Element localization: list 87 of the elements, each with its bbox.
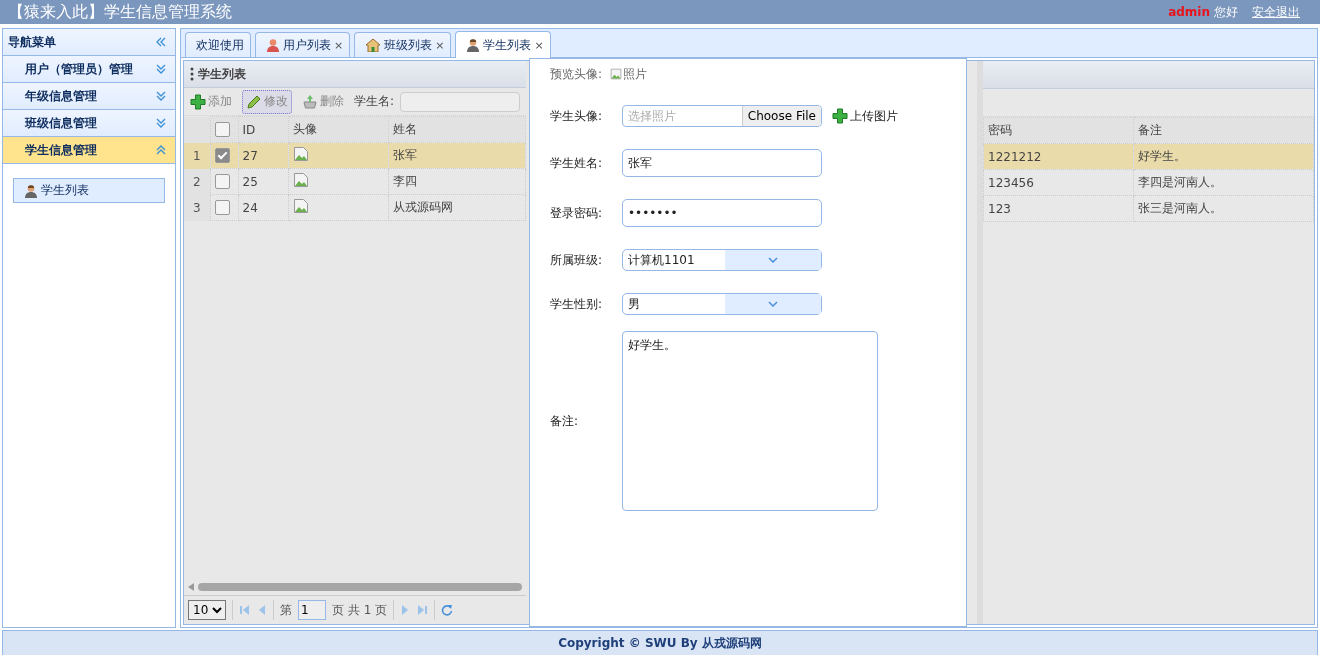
drag-handle-icon	[190, 67, 194, 81]
collapse-chevron-icon[interactable]	[155, 144, 167, 156]
student-icon	[24, 183, 38, 198]
tab[interactable]: 欢迎使用	[185, 32, 251, 57]
upload-button[interactable]: 上传图片	[832, 107, 898, 125]
checkbox[interactable]	[214, 122, 230, 137]
basket-icon	[302, 93, 318, 110]
table-cell: 1221212	[983, 143, 1134, 170]
last-page-icon[interactable]	[416, 604, 429, 616]
student-icon	[466, 38, 481, 52]
plus-icon	[832, 108, 848, 124]
checkbox[interactable]	[214, 174, 230, 189]
row-number: 2	[184, 168, 210, 195]
scroll-left-icon[interactable]	[188, 583, 194, 591]
table-cell: 张军	[388, 142, 526, 169]
table-cell: 好学生。	[1133, 143, 1314, 170]
input-field[interactable]: 张军	[622, 149, 822, 177]
app-title: 【猿来入此】学生信息管理系统	[8, 1, 233, 23]
page-count-label: 页 共 1 页	[332, 601, 388, 619]
broken-image-icon	[292, 146, 309, 162]
preview-label: 预览头像:	[550, 65, 603, 83]
expand-chevron-icon[interactable]	[155, 117, 167, 129]
table-cell: 李四	[388, 168, 526, 195]
first-page-icon[interactable]	[239, 604, 251, 616]
tab[interactable]: 用户列表 ×	[255, 32, 351, 57]
accordion-header[interactable]: 班级信息管理	[3, 110, 175, 137]
search-label: 学生名:	[354, 93, 395, 110]
table-cell: 123456	[983, 169, 1134, 196]
page-label: 第	[280, 601, 292, 619]
user-icon	[266, 38, 280, 52]
column-header[interactable]: ID	[238, 116, 288, 143]
row-number: 1	[184, 142, 210, 169]
house-icon	[365, 38, 382, 52]
previous-page-icon[interactable]	[257, 604, 267, 616]
field-label: 备注:	[550, 412, 580, 430]
page-size-select[interactable]: 10	[188, 600, 226, 620]
close-button[interactable]: ×	[435, 38, 445, 52]
nav-item[interactable]: 学生列表	[13, 178, 165, 203]
collapse-icon[interactable]	[155, 36, 167, 48]
table-cell: 从戎源码网	[388, 194, 526, 221]
table-cell: 25	[238, 168, 288, 195]
accordion-header[interactable]: 年级信息管理	[3, 83, 175, 110]
field-label: 学生姓名:	[550, 154, 604, 172]
broken-image-icon	[610, 68, 623, 80]
accordion-header[interactable]: 用户（管理员）管理	[3, 56, 175, 83]
tab[interactable]: 班级列表 ×	[354, 32, 452, 57]
input-field[interactable]: •••••••	[622, 199, 822, 227]
column-header[interactable]: 头像	[288, 116, 388, 143]
table-cell: 李四是河南人。	[1133, 169, 1314, 196]
choose-file-button[interactable]: Choose File	[741, 106, 821, 126]
broken-image-icon	[292, 198, 309, 214]
expand-chevron-icon[interactable]	[155, 63, 167, 75]
file-input[interactable]: 选择照片 Choose File	[622, 105, 822, 127]
select-field[interactable]: 计算机1101	[622, 249, 822, 271]
image-alt-text: 照片	[623, 65, 648, 83]
expand-chevron-icon[interactable]	[155, 90, 167, 102]
close-button[interactable]: ×	[334, 38, 344, 52]
broken-image-icon	[292, 172, 309, 188]
refresh-icon[interactable]	[441, 604, 454, 616]
select-field[interactable]: 男	[622, 293, 822, 315]
copyright-text: Copyright © SWU By 从戎源码网	[558, 634, 762, 652]
table-cell: 123	[983, 195, 1134, 222]
scrollbar-thumb[interactable]	[198, 583, 522, 591]
column-header[interactable]: 姓名	[388, 116, 526, 143]
table-cell: 24	[238, 194, 288, 221]
checkbox[interactable]	[214, 148, 230, 163]
pencil-icon	[246, 93, 262, 110]
page-input[interactable]: 1	[298, 600, 326, 620]
panel-title: 学生列表	[198, 65, 246, 83]
plus-icon	[190, 93, 206, 110]
field-label: 学生性别:	[550, 295, 604, 313]
column-header[interactable]: 密码	[983, 117, 1134, 144]
greeting-text: 您好	[1214, 3, 1238, 21]
table-cell: 张三是河南人。	[1133, 195, 1314, 222]
field-label: 登录密码:	[550, 204, 604, 222]
nav-title: 导航菜单	[8, 33, 56, 51]
username: admin	[1168, 5, 1210, 19]
column-header[interactable]: 备注	[1133, 117, 1314, 144]
accordion-header[interactable]: 学生信息管理	[3, 137, 175, 164]
row-number: 3	[184, 194, 210, 221]
close-button[interactable]: ×	[534, 38, 544, 52]
remark-textarea[interactable]: 好学生。	[622, 331, 878, 511]
field-label: 学生头像:	[550, 107, 604, 125]
checkbox[interactable]	[214, 200, 230, 215]
tab[interactable]: 学生列表 ×	[455, 31, 551, 58]
field-label: 所属班级:	[550, 251, 604, 269]
search-field[interactable]	[400, 91, 521, 112]
